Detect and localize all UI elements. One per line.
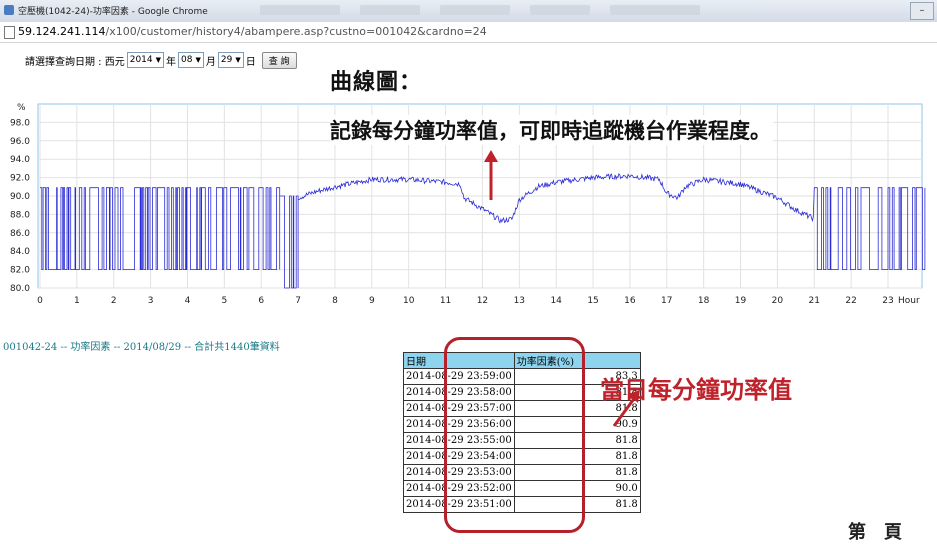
chart-heading: 曲線圖：	[330, 70, 423, 95]
y-tick-label: 96.0	[10, 137, 30, 147]
x-tick-label: 21	[809, 296, 820, 306]
month-select[interactable]: 08 ▼	[178, 52, 204, 68]
x-tick-label: 1	[74, 296, 80, 306]
x-tick-label: 8	[332, 296, 338, 306]
x-tick-label: 4	[185, 296, 191, 306]
y-axis-unit: %	[17, 103, 26, 113]
table-annotation: 當日每分鐘功率值	[600, 376, 792, 404]
y-tick-label: 90.0	[10, 192, 30, 202]
dropdown-arrow-icon: ▼	[235, 56, 241, 64]
x-tick-label: 20	[772, 296, 784, 306]
x-tick-label: 22	[845, 296, 856, 306]
x-tick-label: 14	[550, 296, 562, 306]
x-tick-label: 12	[477, 296, 488, 306]
chrome-icon	[4, 5, 14, 15]
address-bar[interactable]: 59.124.241.114/x100/customer/history4/ab…	[0, 22, 937, 43]
year-select[interactable]: 2014 ▼	[126, 52, 165, 68]
page-label: 第 頁	[848, 522, 902, 543]
data-caption: 001042-24 -- 功率因素 -- 2014/08/29 -- 合計共14…	[3, 342, 280, 353]
table-highlight-circle	[444, 337, 585, 533]
x-tick-label: 7	[295, 296, 301, 306]
x-tick-label: 2	[111, 296, 117, 306]
x-tick-label: 13	[514, 296, 525, 306]
blurred-tab[interactable]	[530, 5, 590, 15]
y-tick-label: 92.0	[10, 174, 30, 184]
x-tick-label: 5	[221, 296, 227, 306]
x-tick-label: 3	[148, 296, 154, 306]
window-title: 空壓機(1042-24)-功率因素 - Google Chrome	[18, 7, 208, 17]
x-tick-label: 15	[587, 296, 598, 306]
dropdown-arrow-icon: ▼	[195, 56, 201, 64]
x-tick-label: 16	[624, 296, 636, 306]
y-tick-label: 86.0	[10, 229, 30, 239]
x-tick-label: 19	[735, 296, 747, 306]
window-titlebar: 空壓機(1042-24)-功率因素 - Google Chrome –	[0, 0, 937, 23]
url-text[interactable]: 59.124.241.114/x100/customer/history4/ab…	[18, 25, 487, 38]
y-tick-label: 80.0	[10, 284, 30, 294]
y-tick-label: 98.0	[10, 118, 30, 128]
y-tick-label: 88.0	[10, 210, 30, 220]
y-tick-label: 84.0	[10, 247, 30, 257]
query-prompt: 請選擇查詢日期 : 西元	[25, 56, 125, 68]
x-tick-label: 23	[882, 296, 893, 306]
day-unit: 日	[245, 56, 256, 68]
month-unit: 月	[205, 56, 216, 68]
x-tick-label: 6	[258, 296, 264, 306]
up-arrow-icon	[484, 150, 498, 200]
blurred-tab[interactable]	[260, 5, 340, 15]
x-tick-label: 0	[37, 296, 43, 306]
x-axis-unit: Hour	[898, 296, 920, 306]
y-tick-label: 94.0	[10, 155, 30, 165]
x-tick-label: 11	[440, 296, 451, 306]
blurred-tab[interactable]	[610, 5, 700, 15]
x-tick-label: 10	[403, 296, 415, 306]
x-tick-label: 9	[369, 296, 375, 306]
year-unit: 年	[166, 56, 177, 68]
blurred-tab[interactable]	[360, 5, 420, 15]
x-tick-label: 17	[661, 296, 672, 306]
y-tick-label: 82.0	[10, 266, 30, 276]
minimize-icon[interactable]: –	[910, 2, 934, 20]
day-select[interactable]: 29 ▼	[217, 52, 244, 68]
date-query-form: 請選擇查詢日期 : 西元 2014 ▼ 年 08 ▼ 月 29 ▼ 日 查 詢	[25, 51, 297, 69]
dropdown-arrow-icon: ▼	[155, 56, 162, 64]
page-icon	[4, 26, 15, 39]
x-tick-label: 18	[698, 296, 710, 306]
chart-description: 記錄每分鐘功率值，可即時追蹤機台作業程度。	[330, 115, 773, 145]
blurred-tab[interactable]	[440, 5, 510, 15]
query-button[interactable]: 查 詢	[261, 51, 297, 69]
